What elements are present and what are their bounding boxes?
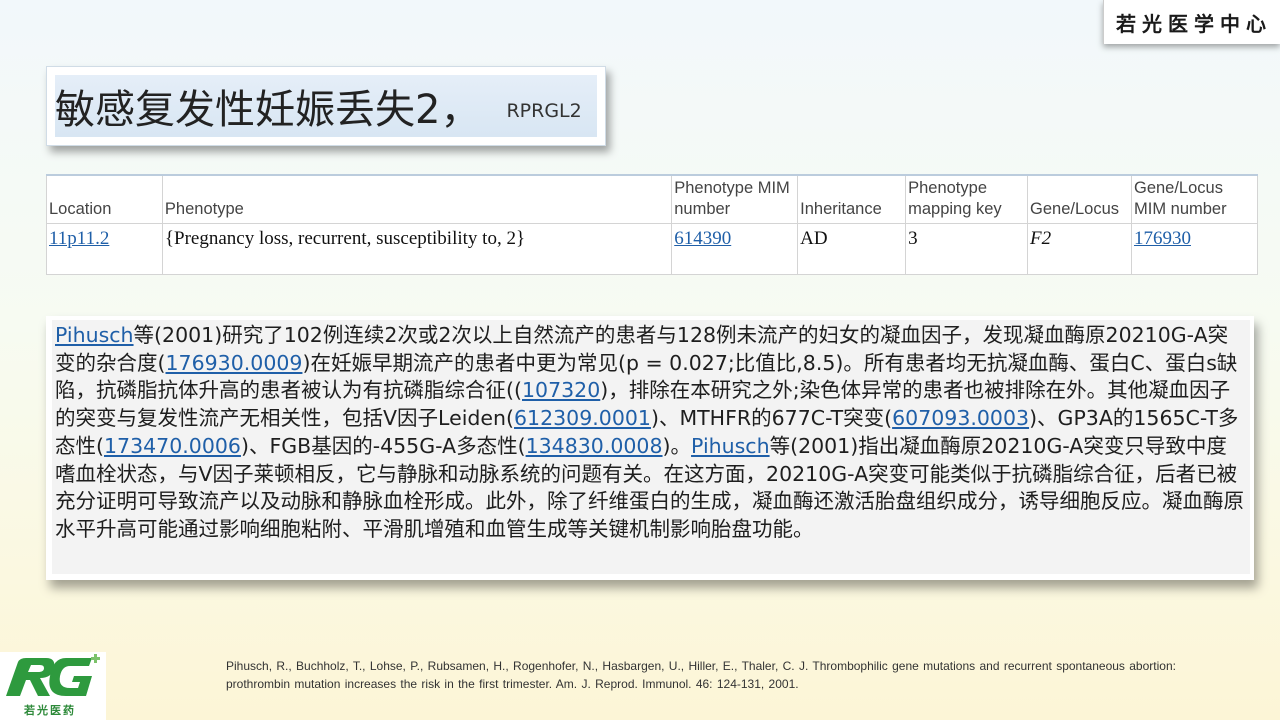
author-link-pihusch-2[interactable]: Pihusch xyxy=(691,434,770,458)
body-text-4: )、MTHFR的677C-T突变( xyxy=(650,406,893,431)
cell-phenotype-mim: 614390 xyxy=(671,223,799,275)
variant-link-134830[interactable]: 134830.0008 xyxy=(526,434,663,458)
header-gene-mim: Gene/Locus MIM number xyxy=(1130,174,1259,224)
body-text-6: )、FGB基因的-455G-A多态性( xyxy=(240,433,526,458)
variant-link-612309[interactable]: 612309.0001 xyxy=(514,406,651,430)
header-mapping-key: Phenotype mapping key xyxy=(905,174,1029,224)
cell-mapping-key: 3 xyxy=(905,223,1029,275)
mim-link-107320[interactable]: 107320 xyxy=(522,378,600,402)
brand-badge: 若光医学中心 xyxy=(1103,0,1280,44)
citation-reference: Pihusch, R., Buchholz, T., Lohse, P., Ru… xyxy=(226,659,1176,691)
gene-mim-link[interactable]: 176930 xyxy=(1134,228,1191,249)
body-paragraph: Pihusch等(2001)研究了102例连续2次或2次以上自然流产的患者与12… xyxy=(52,320,1250,574)
cell-gene: F2 xyxy=(1027,223,1132,275)
header-phenotype: Phenotype xyxy=(161,174,673,224)
body-text-7: )。 xyxy=(662,433,692,458)
phenotype-mim-link[interactable]: 614390 xyxy=(674,228,731,249)
header-inheritance: Inheritance xyxy=(797,174,907,224)
author-link-pihusch[interactable]: Pihusch xyxy=(55,323,134,347)
variant-link-176930[interactable]: 176930.0009 xyxy=(166,351,303,375)
title-inner: 敏感复发性妊娠丢失2， RPRGL2 xyxy=(55,75,597,137)
table-row: 11p11.2 {Pregnancy loss, recurrent, susc… xyxy=(46,223,1259,275)
title-box: 敏感复发性妊娠丢失2， RPRGL2 xyxy=(46,66,606,146)
header-phenotype-mim: Phenotype MIM number xyxy=(671,174,799,224)
cell-inheritance: AD xyxy=(797,223,907,275)
company-logo: 若光医药 xyxy=(0,652,106,720)
brand-name: 若光医学中心 xyxy=(1116,11,1272,36)
header-gene-locus: Gene/Locus xyxy=(1027,174,1132,224)
page-subtitle: RPRGL2 xyxy=(506,100,582,122)
location-link[interactable]: 11p11.2 xyxy=(49,228,109,249)
variant-link-607093[interactable]: 607093.0003 xyxy=(892,406,1029,430)
rg-logo-icon xyxy=(6,654,100,696)
table-header-row: Location Phenotype Phenotype MIM number … xyxy=(46,174,1259,224)
phenotype-gene-table: Location Phenotype Phenotype MIM number … xyxy=(46,174,1259,275)
variant-link-173470[interactable]: 173470.0006 xyxy=(104,434,241,458)
cell-gene-mim: 176930 xyxy=(1130,223,1259,275)
cell-location: 11p11.2 xyxy=(46,223,163,275)
cell-phenotype: {Pregnancy loss, recurrent, susceptibili… xyxy=(161,223,673,275)
header-location: Location xyxy=(46,174,163,224)
body-text-box: Pihusch等(2001)研究了102例连续2次或2次以上自然流产的患者与12… xyxy=(46,316,1254,580)
logo-caption: 若光医药 xyxy=(24,704,76,717)
page-title: 敏感复发性妊娠丢失2， xyxy=(55,87,481,133)
